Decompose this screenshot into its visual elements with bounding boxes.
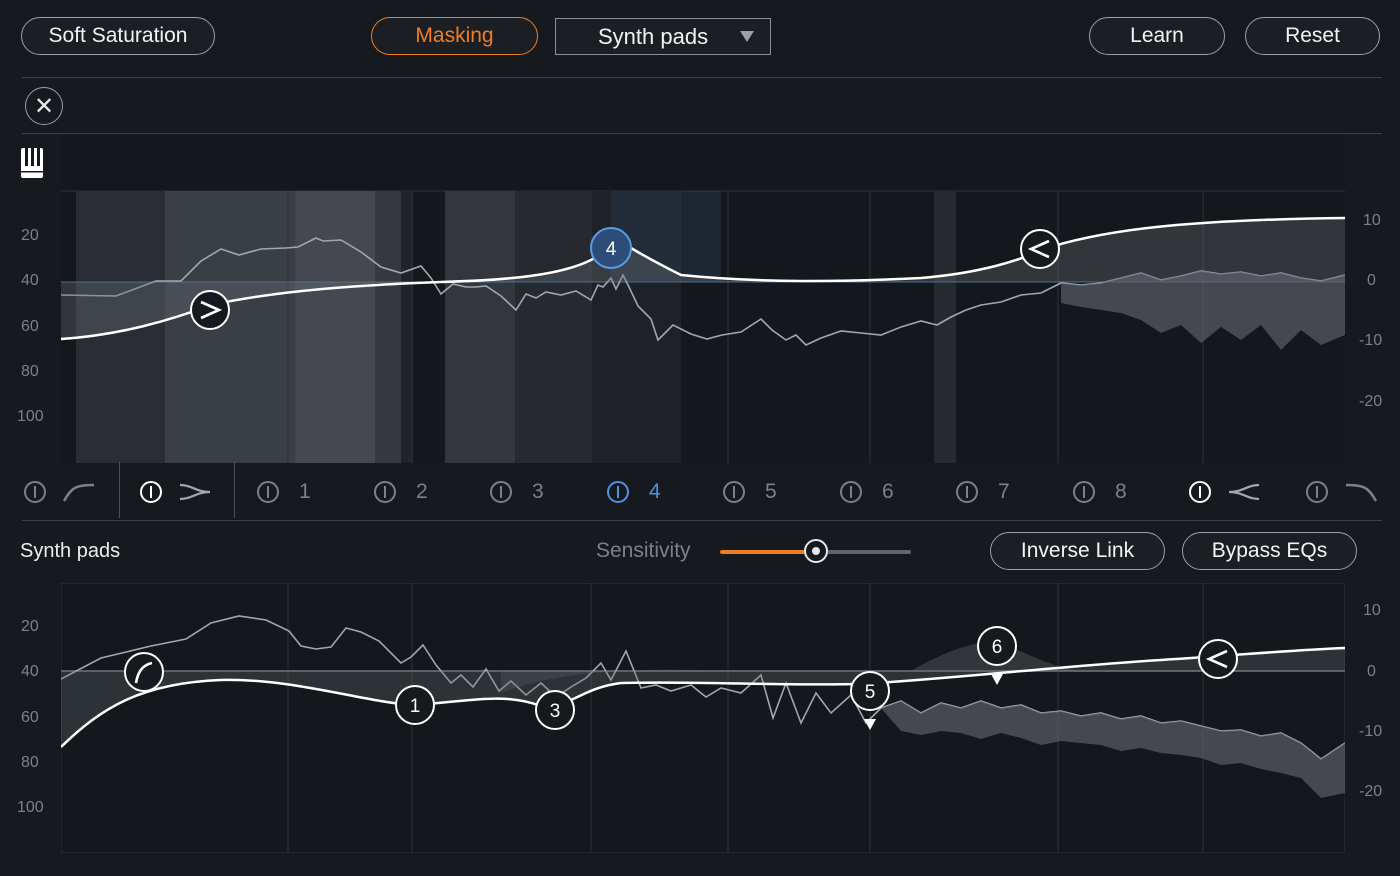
band-number: 2 (416, 480, 428, 503)
db-label: 40 (21, 272, 39, 289)
reset-button[interactable]: Reset (1245, 17, 1380, 55)
bypass-eqs-label: Bypass EQs (1211, 539, 1328, 562)
db-label: 100 (17, 408, 44, 425)
low-shelf-icon (179, 483, 211, 501)
inverse-link-label: Inverse Link (1020, 539, 1135, 562)
sensitivity-track (816, 550, 911, 554)
gain-label: -10 (1359, 332, 1383, 349)
soft-saturation-label: Soft Saturation (48, 24, 188, 47)
band-number: 6 (882, 480, 894, 503)
soft-saturation-button[interactable]: Soft Saturation (21, 17, 215, 55)
power-icon[interactable] (374, 481, 396, 503)
power-icon[interactable] (24, 481, 46, 503)
band-3[interactable]: 3 (490, 476, 544, 508)
db-label: 100 (17, 799, 44, 816)
top-eq-graph[interactable]: 4 (61, 135, 1345, 463)
power-icon[interactable] (140, 481, 162, 503)
band-2[interactable]: 2 (374, 476, 428, 508)
band-low-cut[interactable] (24, 476, 96, 508)
masking-button[interactable]: Masking (371, 17, 538, 55)
eq-node-4[interactable]: 4 (590, 227, 632, 269)
band-number: 7 (998, 480, 1010, 503)
db-label: 20 (21, 618, 39, 635)
node-1-label: 1 (410, 696, 421, 717)
piano-icon[interactable] (20, 147, 44, 179)
sensitivity-label: Sensitivity (596, 539, 691, 562)
power-icon[interactable] (1306, 481, 1328, 503)
gain-label: -20 (1359, 783, 1383, 800)
power-icon[interactable] (607, 481, 629, 503)
band-number: 1 (299, 480, 311, 503)
sensitivity-fill (720, 550, 816, 554)
band-6[interactable]: 6 (840, 476, 894, 508)
close-icon: ✕ (33, 92, 55, 120)
divider (22, 133, 1382, 134)
gain-label: 10 (1363, 212, 1381, 229)
db-label: 40 (21, 663, 39, 680)
gain-label: 0 (1367, 663, 1376, 680)
low-cut-icon (62, 483, 95, 502)
lower-eq-graph[interactable]: 1 3 5 6 (61, 583, 1345, 853)
band-high-cut[interactable] (1306, 476, 1378, 508)
eq-node-1[interactable]: 1 (395, 685, 435, 725)
sensitivity-knob[interactable] (804, 539, 828, 563)
power-icon[interactable] (723, 481, 745, 503)
eq-node-high-shelf[interactable] (1020, 229, 1060, 269)
power-icon[interactable] (1189, 481, 1211, 503)
divider (22, 77, 1382, 78)
high-cut-icon (1345, 483, 1378, 502)
power-icon[interactable] (257, 481, 279, 503)
power-icon[interactable] (1073, 481, 1095, 503)
node-6-label: 6 (992, 637, 1003, 658)
band-number: 8 (1115, 480, 1127, 503)
db-label: 60 (21, 709, 39, 726)
learn-button[interactable]: Learn (1089, 17, 1225, 55)
band-7[interactable]: 7 (956, 476, 1010, 508)
band-4[interactable]: 4 (607, 476, 661, 508)
power-icon[interactable] (490, 481, 512, 503)
band-number: 5 (765, 480, 777, 503)
node-5-label: 5 (865, 682, 876, 703)
high-shelf-icon (1228, 483, 1260, 501)
track-select-value: Synth pads (598, 23, 709, 49)
band-8[interactable]: 8 (1073, 476, 1127, 508)
gain-label: 10 (1363, 602, 1381, 619)
node-3-label: 3 (550, 701, 561, 722)
power-icon[interactable] (956, 481, 978, 503)
divider (22, 520, 1382, 521)
gain-label: -20 (1359, 393, 1383, 410)
band-5[interactable]: 5 (723, 476, 777, 508)
db-label: 20 (21, 227, 39, 244)
band-high-shelf[interactable] (1189, 476, 1261, 508)
band-1[interactable]: 1 (257, 476, 311, 508)
db-label: 80 (21, 363, 39, 380)
eq-node-3[interactable]: 3 (535, 690, 575, 730)
eq-node-high-shelf-lower[interactable] (1198, 639, 1238, 679)
db-label: 80 (21, 754, 39, 771)
band-low-shelf[interactable] (140, 476, 212, 508)
band-number: 4 (649, 480, 661, 503)
lower-track-name: Synth pads (20, 540, 121, 562)
band-number: 3 (532, 480, 544, 503)
eq-node-low-shelf[interactable] (190, 290, 230, 330)
chevron-down-icon (740, 31, 754, 42)
node-4-label: 4 (606, 239, 617, 260)
power-icon[interactable] (840, 481, 862, 503)
reset-label: Reset (1285, 24, 1340, 47)
masking-label: Masking (415, 24, 494, 47)
bypass-eqs-button[interactable]: Bypass EQs (1182, 532, 1357, 570)
learn-label: Learn (1130, 24, 1184, 47)
close-button[interactable]: ✕ (25, 87, 63, 125)
track-select[interactable]: Synth pads (555, 18, 771, 55)
gain-label: 0 (1367, 272, 1376, 289)
eq-node-low-cut[interactable] (124, 652, 164, 692)
gain-label: -10 (1359, 723, 1383, 740)
db-label: 60 (21, 318, 39, 335)
inverse-link-button[interactable]: Inverse Link (990, 532, 1165, 570)
